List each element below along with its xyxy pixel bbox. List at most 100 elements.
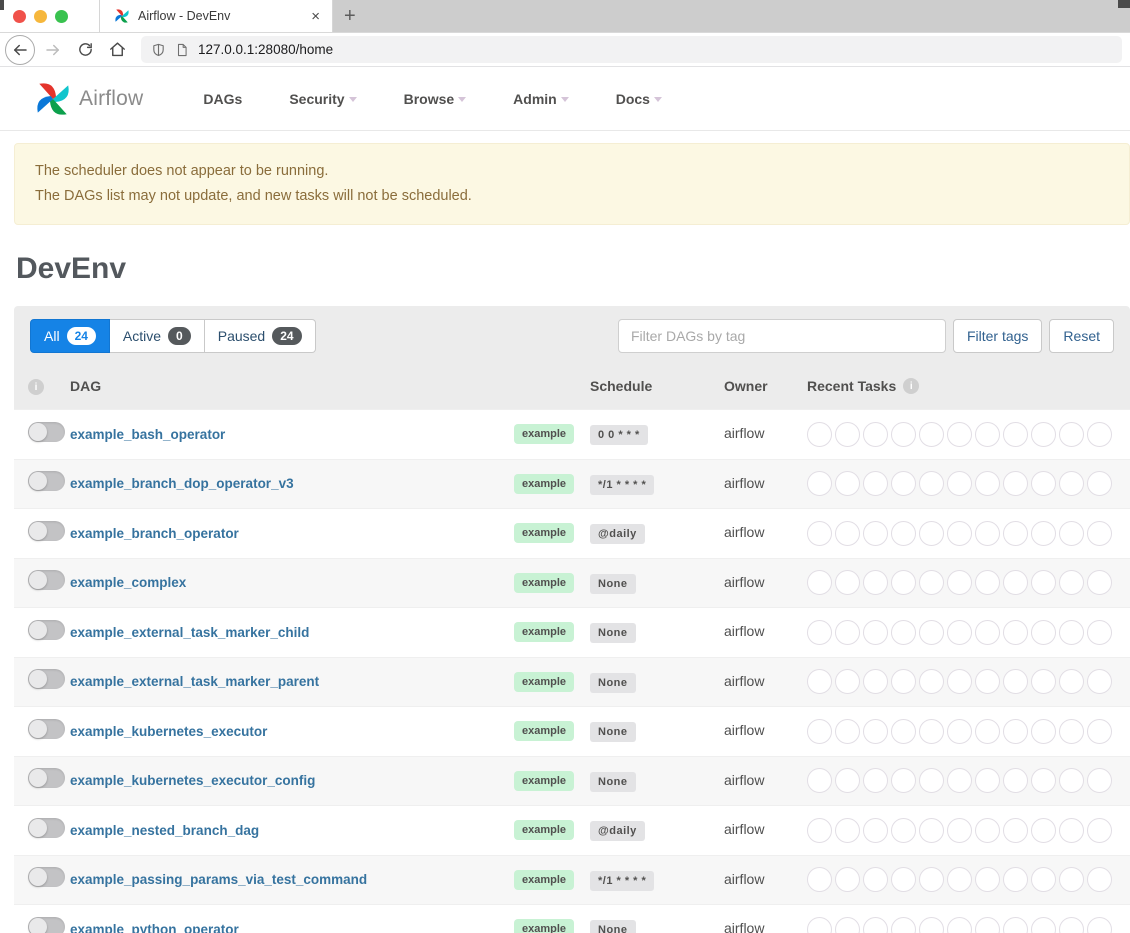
page-info-icon[interactable] (175, 42, 189, 58)
recent-task-circle[interactable] (1003, 620, 1028, 645)
recent-task-circle[interactable] (1003, 471, 1028, 496)
schedule-badge[interactable]: */1 * * * * (590, 475, 654, 495)
recent-task-circle[interactable] (835, 471, 860, 496)
recent-task-circle[interactable] (1003, 521, 1028, 546)
recent-task-circle[interactable] (891, 620, 916, 645)
dag-tag-badge[interactable]: example (514, 474, 574, 494)
recent-task-circle[interactable] (919, 867, 944, 892)
recent-task-circle[interactable] (807, 669, 832, 694)
recent-task-circle[interactable] (947, 521, 972, 546)
recent-task-circle[interactable] (947, 917, 972, 933)
recent-task-circle[interactable] (863, 521, 888, 546)
recent-task-circle[interactable] (1059, 422, 1084, 447)
recent-task-circle[interactable] (947, 669, 972, 694)
recent-task-circle[interactable] (947, 867, 972, 892)
forward-button[interactable] (39, 36, 67, 64)
filter-tags-button[interactable]: Filter tags (953, 319, 1042, 353)
recent-task-circle[interactable] (1087, 570, 1112, 595)
recent-task-circle[interactable] (1003, 818, 1028, 843)
recent-task-circle[interactable] (919, 620, 944, 645)
dag-link[interactable]: example_branch_operator (70, 526, 239, 541)
column-header-schedule[interactable]: Schedule (590, 378, 724, 394)
recent-task-circle[interactable] (947, 719, 972, 744)
recent-task-circle[interactable] (1059, 669, 1084, 694)
recent-task-circle[interactable] (807, 422, 832, 447)
recent-task-circle[interactable] (807, 521, 832, 546)
recent-task-circle[interactable] (1059, 719, 1084, 744)
recent-task-circle[interactable] (919, 818, 944, 843)
recent-task-circle[interactable] (947, 471, 972, 496)
recent-task-circle[interactable] (863, 867, 888, 892)
recent-task-circle[interactable] (919, 719, 944, 744)
recent-task-circle[interactable] (1087, 768, 1112, 793)
recent-task-circle[interactable] (919, 422, 944, 447)
recent-task-circle[interactable] (1031, 422, 1056, 447)
dag-tag-badge[interactable]: example (514, 870, 574, 890)
recent-task-circle[interactable] (1003, 570, 1028, 595)
dag-pause-toggle[interactable] (28, 521, 65, 541)
dag-tag-badge[interactable]: example (514, 771, 574, 791)
dag-tag-badge[interactable]: example (514, 721, 574, 741)
reset-button[interactable]: Reset (1049, 319, 1114, 353)
recent-task-circle[interactable] (891, 570, 916, 595)
recent-task-circle[interactable] (947, 422, 972, 447)
schedule-badge[interactable]: None (590, 772, 636, 792)
recent-task-circle[interactable] (1087, 422, 1112, 447)
nav-item-browse[interactable]: Browse (404, 91, 467, 107)
recent-task-circle[interactable] (1003, 917, 1028, 933)
recent-task-circle[interactable] (1059, 471, 1084, 496)
recent-task-circle[interactable] (947, 570, 972, 595)
nav-item-security[interactable]: Security (289, 91, 356, 107)
recent-task-circle[interactable] (863, 570, 888, 595)
tracking-shield-icon[interactable] (151, 42, 166, 58)
column-header-owner[interactable]: Owner (724, 378, 807, 394)
schedule-badge[interactable]: @daily (590, 524, 645, 544)
recent-task-circle[interactable] (1031, 867, 1056, 892)
recent-task-circle[interactable] (863, 669, 888, 694)
recent-task-circle[interactable] (1031, 521, 1056, 546)
recent-task-circle[interactable] (835, 620, 860, 645)
schedule-badge[interactable]: None (590, 722, 636, 742)
recent-task-circle[interactable] (919, 570, 944, 595)
recent-task-circle[interactable] (1059, 818, 1084, 843)
recent-task-circle[interactable] (1003, 719, 1028, 744)
schedule-badge[interactable]: */1 * * * * (590, 871, 654, 891)
recent-task-circle[interactable] (1087, 818, 1112, 843)
recent-task-circle[interactable] (975, 719, 1000, 744)
recent-task-circle[interactable] (807, 917, 832, 933)
recent-task-circle[interactable] (1031, 620, 1056, 645)
recent-task-circle[interactable] (863, 471, 888, 496)
schedule-badge[interactable]: 0 0 * * * (590, 425, 648, 445)
dag-pause-toggle[interactable] (28, 669, 65, 689)
dag-link[interactable]: example_kubernetes_executor_config (70, 773, 315, 788)
recent-task-circle[interactable] (835, 768, 860, 793)
recent-task-circle[interactable] (975, 669, 1000, 694)
tab-paused[interactable]: Paused 24 (205, 319, 316, 353)
schedule-badge[interactable]: @daily (590, 821, 645, 841)
reload-button[interactable] (71, 36, 99, 64)
tab-close-icon[interactable]: × (309, 8, 322, 25)
recent-task-circle[interactable] (807, 818, 832, 843)
recent-task-circle[interactable] (1087, 917, 1112, 933)
recent-task-circle[interactable] (975, 867, 1000, 892)
dag-link[interactable]: example_external_task_marker_child (70, 625, 309, 640)
recent-task-circle[interactable] (863, 768, 888, 793)
recent-task-circle[interactable] (1003, 669, 1028, 694)
nav-item-docs[interactable]: Docs (616, 91, 662, 107)
recent-task-circle[interactable] (1031, 570, 1056, 595)
url-bar[interactable]: 127.0.0.1:28080/home (141, 36, 1122, 63)
recent-task-circle[interactable] (807, 768, 832, 793)
recent-task-circle[interactable] (1059, 917, 1084, 933)
recent-task-circle[interactable] (1059, 570, 1084, 595)
recent-task-circle[interactable] (891, 768, 916, 793)
recent-task-circle[interactable] (835, 818, 860, 843)
dag-link[interactable]: example_nested_branch_dag (70, 823, 259, 838)
dag-link[interactable]: example_passing_params_via_test_command (70, 872, 367, 887)
recent-task-circle[interactable] (919, 768, 944, 793)
schedule-badge[interactable]: None (590, 673, 636, 693)
dag-link[interactable]: example_python_operator (70, 922, 239, 933)
recent-task-circle[interactable] (1087, 471, 1112, 496)
recent-task-circle[interactable] (863, 422, 888, 447)
window-zoom-button[interactable] (55, 10, 68, 23)
browser-tab[interactable]: Airflow - DevEnv × (100, 0, 333, 32)
